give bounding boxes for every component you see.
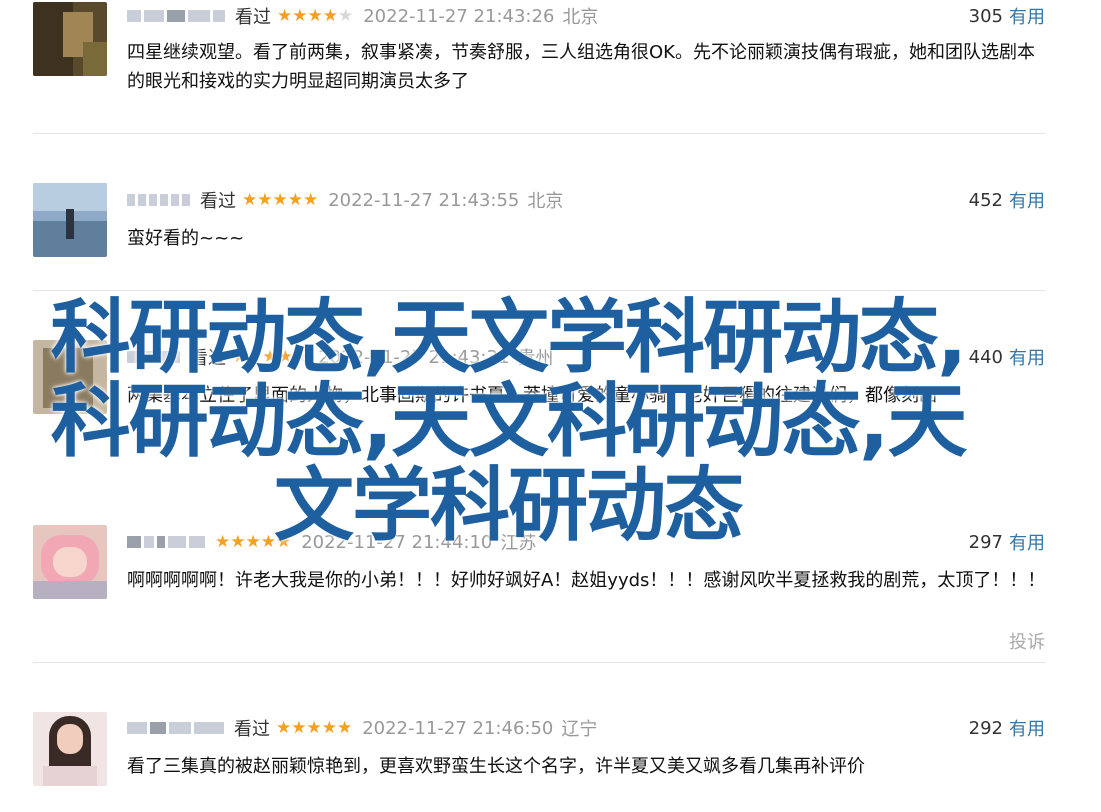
vote-count: 452 xyxy=(968,189,1003,211)
comment-time: 2022-11-27 21:43:31 xyxy=(318,346,510,368)
comment-text: 啊啊啊啊啊！许老大我是你的小弟！！！好帅好飒好A！赵姐yyds！！！感谢风吹半夏… xyxy=(127,570,1046,591)
vote-count: 305 xyxy=(968,5,1003,27)
comment-meta: 看过 ★★★★★ 2022-11-27 21:43:31 贵州 xyxy=(127,343,553,371)
comment-time: 2022-11-27 21:44:10 xyxy=(301,531,493,553)
divider xyxy=(33,290,1045,291)
useful-button[interactable]: 有用 xyxy=(1009,344,1045,370)
avatar[interactable] xyxy=(33,525,107,599)
comment-text: 蛮好看的~~~ xyxy=(127,228,245,249)
useful-button[interactable]: 有用 xyxy=(1009,715,1045,741)
report-button[interactable]: 投诉 xyxy=(1009,628,1045,654)
divider xyxy=(33,662,1045,663)
comment-meta: 看过 ★★★★★ 2022-11-27 21:43:55 北京 xyxy=(127,186,563,214)
avatar[interactable] xyxy=(33,183,107,257)
avatar[interactable] xyxy=(33,2,107,76)
rating-label: 看过 xyxy=(234,719,270,740)
star-rating: ★★★★★ xyxy=(242,190,319,210)
comment-location: 贵州 xyxy=(517,348,554,369)
vote-area: 452 有用 xyxy=(969,186,1045,214)
username[interactable] xyxy=(127,10,225,22)
username[interactable] xyxy=(127,194,190,206)
star-rating: ★★★★★ xyxy=(277,6,354,26)
vote-area: 440 有用 xyxy=(969,343,1045,371)
star-rating: ★★★★★ xyxy=(276,718,353,738)
useful-button[interactable]: 有用 xyxy=(1009,529,1045,555)
username[interactable] xyxy=(127,536,205,548)
vote-area: 297 有用 xyxy=(969,528,1045,556)
comment-time: 2022-11-27 21:46:50 xyxy=(362,717,554,739)
useful-button[interactable]: 有用 xyxy=(1009,187,1045,213)
vote-area: 292 有用 xyxy=(969,714,1045,742)
rating-label: 看过 xyxy=(190,348,226,369)
comment-text: 四星继续观望。看了前两集，叙事紧凑，节奏舒服，三人组选角很OK。先不论丽颖演技偶… xyxy=(127,42,1035,92)
comment-meta: 看过 ★★★★★ 2022-11-27 21:43:26 北京 xyxy=(127,2,598,30)
star-rating: ★★★★★ xyxy=(232,347,309,367)
vote-count: 297 xyxy=(968,531,1003,553)
vote-count: 292 xyxy=(968,717,1003,739)
username[interactable] xyxy=(127,722,224,734)
username[interactable] xyxy=(127,351,180,363)
comment-location: 江苏 xyxy=(500,533,537,554)
comment-time: 2022-11-27 21:43:55 xyxy=(328,189,520,211)
avatar[interactable] xyxy=(33,712,107,786)
rating-label: 看过 xyxy=(200,191,236,212)
comment-meta: 看过 ★★★★★ 2022-11-27 21:46:50 辽宁 xyxy=(127,714,597,742)
comment-location: 北京 xyxy=(562,7,599,28)
comment-location: 辽宁 xyxy=(561,719,598,740)
divider xyxy=(33,133,1045,134)
avatar[interactable] xyxy=(33,340,107,414)
watermark-overlay: 科研动态,天文学科研动态,科研动态,天文科研动态,天文学科研动态 xyxy=(50,291,968,552)
star-rating: ★★★★★ xyxy=(215,532,292,552)
comment-text: 两集基本立住了里面的人物，北事固期的许书夏，莽撞可爱的童小骑，老奸巨猾的往建设们… xyxy=(127,385,937,406)
vote-count: 440 xyxy=(968,346,1003,368)
rating-label: 看过 xyxy=(235,7,271,28)
vote-area: 305 有用 xyxy=(969,2,1045,30)
useful-button[interactable]: 有用 xyxy=(1009,3,1045,29)
comment-meta: ★★★★★ 2022-11-27 21:44:10 江苏 xyxy=(127,528,536,556)
comment-location: 北京 xyxy=(527,191,564,212)
comment-time: 2022-11-27 21:43:26 xyxy=(363,5,555,27)
comment-text: 看了三集真的被赵丽颖惊艳到，更喜欢野蛮生长这个名字，许半夏又美又飒多看几集再补评… xyxy=(127,756,865,777)
